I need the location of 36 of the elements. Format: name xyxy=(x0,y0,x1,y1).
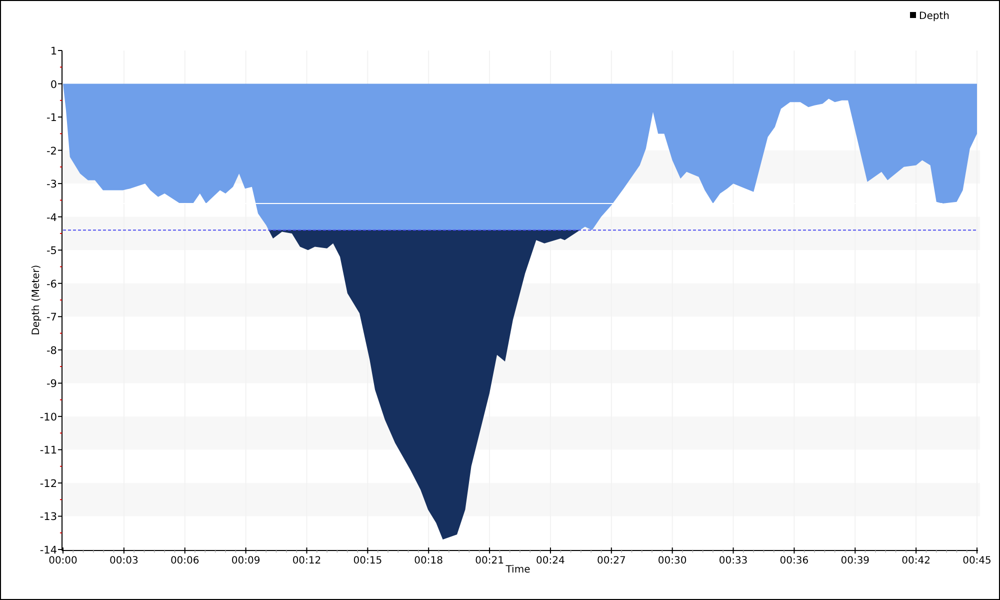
y-tick-label: -5 xyxy=(46,245,57,258)
legend-label: Depth xyxy=(919,11,950,22)
x-tick-label: 00:00 xyxy=(48,556,78,566)
x-tick-label: 00:36 xyxy=(780,556,809,566)
x-tick-label: 00:39 xyxy=(840,556,870,566)
y-tick-label: -2 xyxy=(46,145,57,158)
x-tick-label: 00:09 xyxy=(231,556,260,566)
y-tick-label: -9 xyxy=(46,378,57,390)
x-tick-label: 00:12 xyxy=(292,556,322,566)
y-tick-label: -6 xyxy=(46,278,57,290)
x-tick-label: 00:15 xyxy=(353,556,382,566)
x-tick-label: 00:30 xyxy=(658,556,687,566)
y-tick-label: -11 xyxy=(40,444,57,457)
y-tick-label: 1 xyxy=(50,46,57,58)
x-tick-label: 00:42 xyxy=(902,556,930,566)
y-tick-label: -4 xyxy=(46,212,57,224)
y-tick-label: -10 xyxy=(40,411,57,424)
x-tick-label: 00:27 xyxy=(596,556,626,566)
x-axis-title: Time xyxy=(506,564,530,576)
x-tick-label: 00:18 xyxy=(414,556,444,566)
x-tick-label: 00:03 xyxy=(110,556,138,566)
x-tick-label: 00:24 xyxy=(536,556,565,566)
x-tick-label: 00:06 xyxy=(170,556,200,566)
y-tick-label: -12 xyxy=(40,478,57,490)
y-axis-title: Depth (Meter) xyxy=(31,264,42,336)
y-tick-label: -7 xyxy=(46,312,57,324)
y-tick-label: -8 xyxy=(46,344,57,357)
y-tick-label: -14 xyxy=(40,544,57,556)
y-tick-label: -1 xyxy=(46,112,57,124)
y-tick-label: -13 xyxy=(40,511,57,524)
x-tick-label: 00:21 xyxy=(475,556,504,566)
x-tick-label: 00:45 xyxy=(962,556,992,566)
y-tick-label: 0 xyxy=(50,78,57,91)
y-tick-label: -3 xyxy=(46,178,57,191)
legend-swatch xyxy=(910,12,916,18)
x-tick-label: 00:33 xyxy=(718,556,748,566)
